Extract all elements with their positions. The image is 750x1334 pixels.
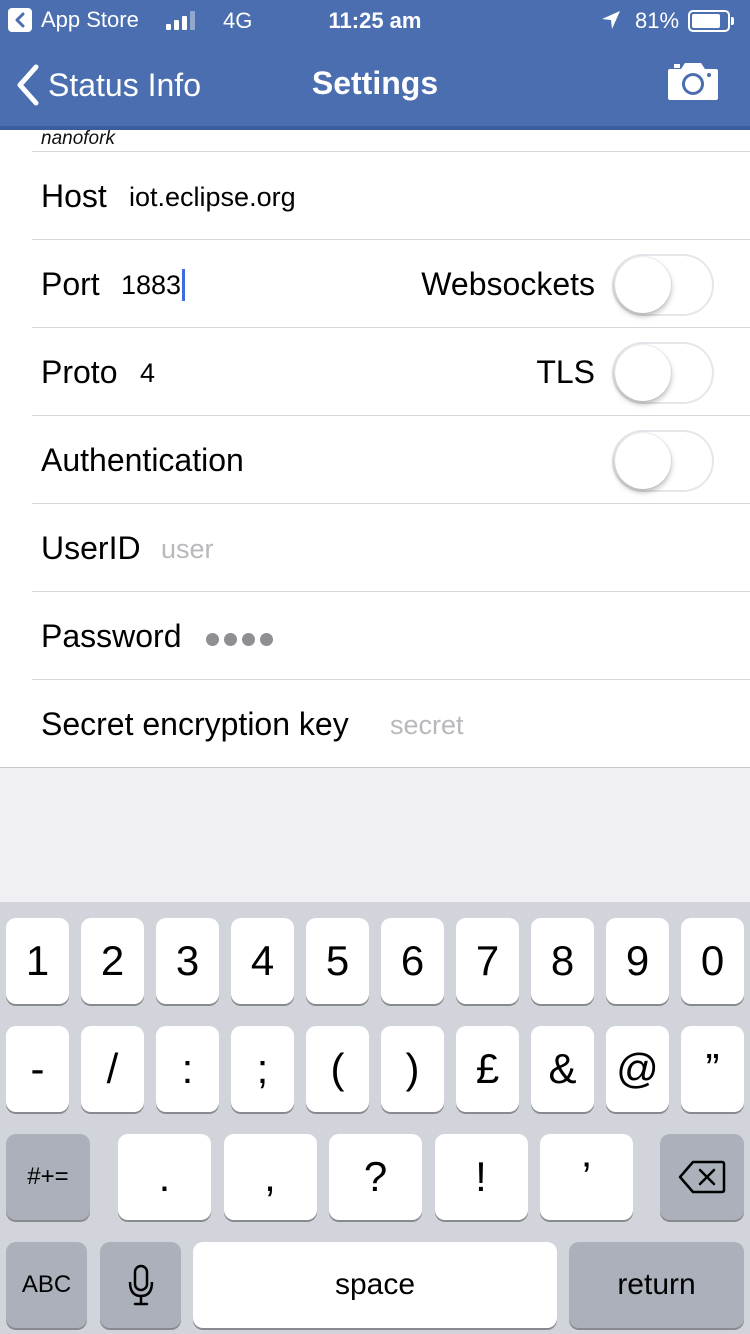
host-label: Host — [41, 178, 107, 214]
key-row3-3[interactable]: ! — [434, 1134, 528, 1220]
key-row1-2[interactable]: 3 — [156, 918, 219, 1004]
key-row1-1[interactable]: 2 — [81, 918, 144, 1004]
settings-form: nanofork Host iot.eclipse.org Port 1883 … — [0, 128, 750, 768]
key-row1-4[interactable]: 5 — [306, 918, 369, 1004]
secret-key-field[interactable]: secret — [390, 708, 464, 742]
navigation-header: App Store 4G 11:25 am 81% Status Info Se… — [0, 0, 750, 130]
key-row1-6[interactable]: 7 — [456, 918, 519, 1004]
password-dot — [206, 633, 219, 646]
key-row2-9[interactable]: ” — [681, 1026, 744, 1112]
key-delete[interactable] — [660, 1134, 744, 1220]
tls-label: TLS — [536, 354, 595, 390]
key-symbols[interactable]: #+= — [6, 1134, 90, 1220]
key-row1-5[interactable]: 6 — [381, 918, 444, 1004]
key-row1-0[interactable]: 1 — [6, 918, 69, 1004]
host-row[interactable]: Host iot.eclipse.org — [32, 151, 750, 239]
numeric-keyboard: #+= ABC space return 1 2 3 4 5 6 7 8 9 0 - /:;() £ & @… — [0, 902, 750, 1334]
password-label: Password — [41, 618, 182, 654]
port-value: 1883 — [121, 270, 182, 300]
key-row3-2[interactable]: ? — [329, 1134, 422, 1220]
proto-field[interactable]: 4 — [140, 356, 155, 390]
key-row3-1[interactable]: , — [223, 1134, 317, 1220]
port-field[interactable]: 1883 — [121, 268, 186, 302]
microphone-icon — [128, 1264, 153, 1306]
authentication-toggle[interactable] — [612, 430, 714, 492]
key-row3-4[interactable]: ’ — [540, 1134, 633, 1220]
section-label: nanofork — [41, 128, 115, 149]
userid-row[interactable]: UserID user — [32, 503, 750, 591]
delete-backspace-icon — [678, 1160, 726, 1194]
password-row[interactable]: Password — [32, 591, 750, 679]
toggle-knob — [615, 433, 671, 489]
websockets-toggle[interactable] — [612, 254, 714, 316]
battery-percent: 81% — [635, 8, 680, 33]
password-dot — [260, 633, 273, 646]
key-row2-8[interactable]: @ — [606, 1026, 669, 1112]
key-row1-8[interactable]: 9 — [606, 918, 669, 1004]
host-field[interactable]: iot.eclipse.org — [129, 180, 296, 214]
key-row2-0[interactable]: - — [6, 1026, 69, 1112]
battery-cap — [731, 17, 734, 25]
key-row2-1[interactable]: / — [81, 1026, 144, 1112]
key-row2-2[interactable]: : — [156, 1026, 219, 1112]
secret-key-row[interactable]: Secret encryption key secret — [32, 679, 750, 767]
toggle-knob — [615, 345, 671, 401]
userid-field[interactable]: user — [161, 532, 214, 566]
key-row1-7[interactable]: 8 — [531, 918, 594, 1004]
proto-label: Proto — [41, 354, 118, 390]
password-dot — [242, 633, 255, 646]
location-arrow-icon — [600, 9, 622, 37]
toggle-knob — [615, 257, 671, 313]
tls-toggle[interactable] — [612, 342, 714, 404]
authentication-label: Authentication — [41, 442, 244, 478]
page-title: Settings — [311, 65, 439, 101]
key-space[interactable]: space — [193, 1242, 557, 1328]
status-bar: App Store 4G 11:25 am 81% — [0, 0, 750, 40]
key-row2-3[interactable]: ; — [231, 1026, 294, 1112]
key-abc[interactable]: ABC — [6, 1242, 87, 1328]
key-return[interactable]: return — [569, 1242, 744, 1328]
camera-icon — [668, 63, 718, 100]
text-cursor — [182, 268, 186, 301]
password-dot — [224, 633, 237, 646]
battery-icon — [688, 10, 730, 32]
key-dictation[interactable] — [100, 1242, 181, 1328]
websockets-label: Websockets — [421, 266, 595, 302]
userid-label: UserID — [41, 530, 141, 566]
port-label: Port — [41, 266, 100, 302]
key-row1-3[interactable]: 4 — [231, 918, 294, 1004]
key-row3-0[interactable]: . — [118, 1134, 211, 1220]
proto-row: Proto 4 TLS — [32, 327, 750, 415]
authentication-row: Authentication — [32, 415, 750, 503]
nav-bar: Status Info Settings — [0, 40, 750, 126]
password-field[interactable] — [206, 620, 273, 657]
key-row2-7[interactable]: & — [531, 1026, 594, 1112]
camera-button[interactable] — [666, 60, 720, 107]
key-row2-6[interactable]: £ — [456, 1026, 519, 1112]
key-row2-4[interactable]: ( — [306, 1026, 369, 1112]
secret-key-label: Secret encryption key — [41, 706, 349, 742]
port-row: Port 1883 Websockets — [32, 239, 750, 327]
key-row1-9[interactable]: 0 — [681, 918, 744, 1004]
password-dots — [206, 623, 273, 657]
key-row2-5[interactable]: ) — [381, 1026, 444, 1112]
